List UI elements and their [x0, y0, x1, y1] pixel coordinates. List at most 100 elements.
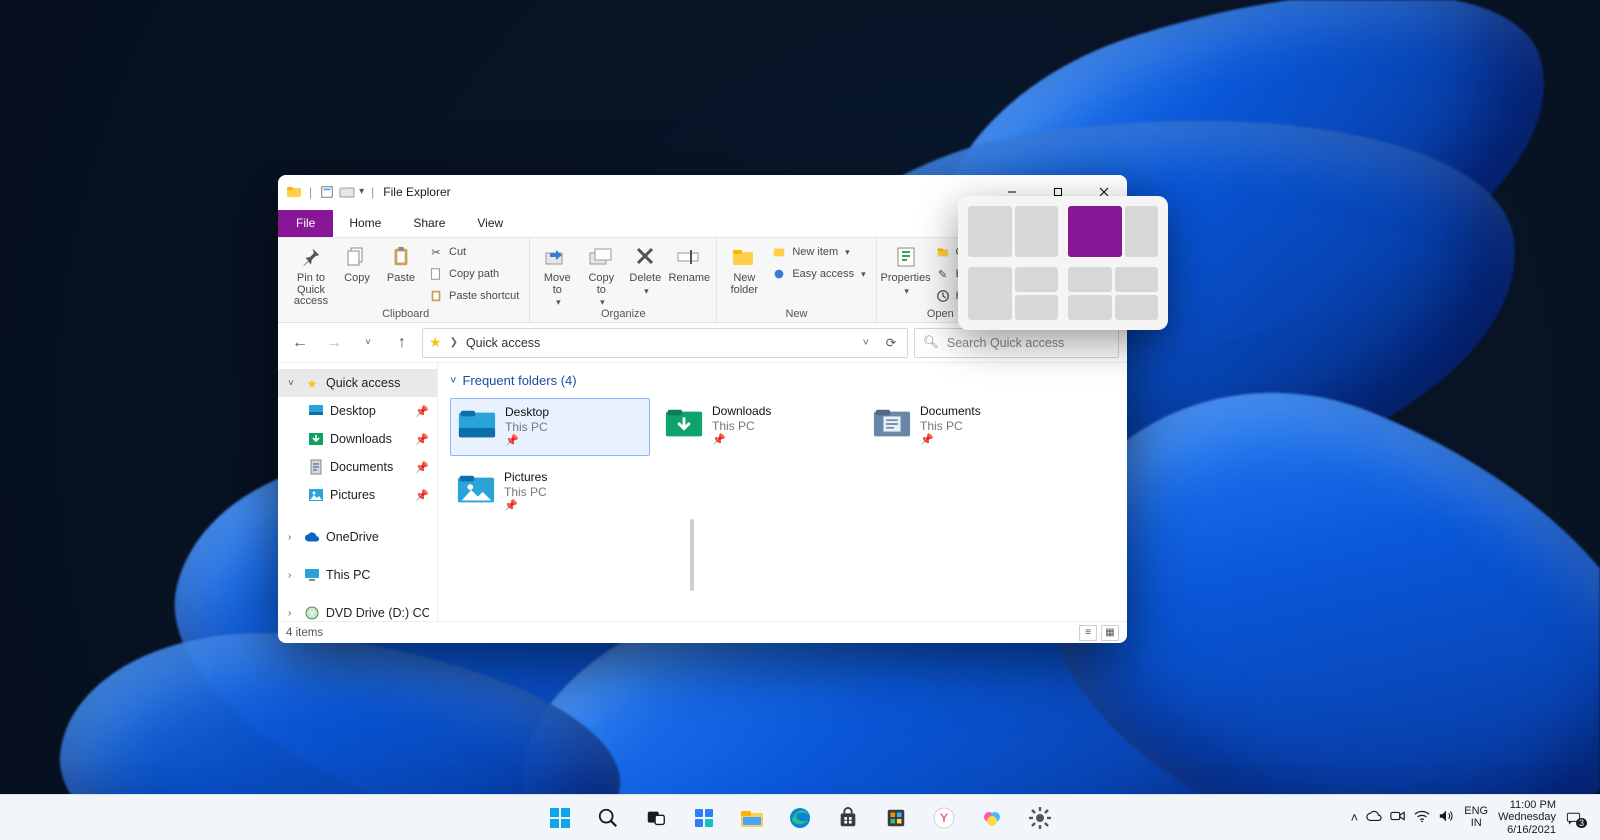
delete-button[interactable]: Delete▾	[624, 240, 666, 296]
pin-icon: 📌	[415, 433, 429, 446]
taskbar-app-1[interactable]	[876, 798, 916, 838]
snap-layout-two-col[interactable]	[968, 206, 1058, 257]
search-icon: 🔍︎	[923, 335, 939, 350]
start-button[interactable]	[540, 798, 580, 838]
widgets-button[interactable]	[684, 798, 724, 838]
address-path: Quick access	[466, 336, 540, 350]
qat-customize-icon[interactable]: ▾	[359, 186, 364, 197]
pin-to-quick-access-button[interactable]: Pin to Quick access	[288, 240, 334, 308]
address-bar[interactable]: ★ ❯ Quick access ˅ ⟳	[422, 328, 908, 358]
notifications-button[interactable]: 3	[1566, 805, 1592, 831]
wifi-tray-icon[interactable]	[1414, 809, 1430, 826]
snap-layout-four[interactable]	[1068, 267, 1158, 321]
sidebar-item-downloads[interactable]: Downloads 📌	[278, 425, 437, 453]
settings-button[interactable]	[1020, 798, 1060, 838]
sidebar-item-documents[interactable]: Documents 📌	[278, 453, 437, 481]
group-header[interactable]: ˅ Frequent folders (4)	[450, 373, 1115, 388]
language-indicator[interactable]: ENG IN	[1464, 806, 1488, 829]
copy-button[interactable]: Copy	[336, 240, 378, 285]
cut-button[interactable]: ✂Cut	[424, 242, 523, 262]
nav-forward-button[interactable]: →	[320, 329, 348, 357]
nav-recent-button[interactable]: ˅	[354, 329, 382, 357]
properties-icon[interactable]	[319, 184, 335, 200]
details-view-button[interactable]: ≡	[1079, 625, 1097, 641]
nav-back-button[interactable]: ←	[286, 329, 314, 357]
meet-now-icon[interactable]	[1390, 810, 1406, 825]
app-icon	[286, 184, 302, 200]
properties-icon	[892, 243, 920, 271]
task-view-button[interactable]	[636, 798, 676, 838]
chevron-right-icon[interactable]: ›	[288, 570, 298, 581]
paste-button[interactable]: Paste	[380, 240, 422, 285]
tab-share[interactable]: Share	[397, 210, 461, 237]
chevron-down-icon[interactable]: ˅	[288, 378, 298, 389]
paste-icon	[387, 243, 415, 271]
sidebar-item-desktop[interactable]: Desktop 📌	[278, 397, 437, 425]
chevron-right-icon[interactable]: ›	[288, 608, 298, 619]
onedrive-tray-icon[interactable]	[1366, 810, 1382, 825]
folder-tile-documents[interactable]: Documents This PC 📌	[866, 398, 1066, 456]
folder-tile-downloads[interactable]: Downloads This PC 📌	[658, 398, 858, 456]
qat-sep2: |	[371, 185, 374, 199]
search-box[interactable]: 🔍︎ Search Quick access	[914, 328, 1119, 358]
search-button[interactable]	[588, 798, 628, 838]
star-icon: ★	[429, 334, 442, 351]
chevron-right-icon[interactable]: ›	[288, 532, 298, 543]
chevron-right-icon: ❯	[450, 337, 458, 348]
qat-sep: |	[309, 185, 312, 199]
open-icon	[935, 244, 951, 260]
tab-file[interactable]: File	[278, 210, 333, 237]
sidebar-scrollbar[interactable]	[690, 519, 694, 591]
documents-icon	[308, 459, 324, 475]
clock[interactable]: 11:00 PM Wednesday 6/16/2021	[1498, 799, 1556, 835]
move-to-button[interactable]: Move to▾	[536, 240, 578, 308]
sidebar-item-this-pc[interactable]: › This PC	[278, 561, 437, 589]
pin-icon: 📌	[920, 434, 981, 448]
paste-shortcut-button[interactable]: Paste shortcut	[424, 286, 523, 306]
sidebar-item-onedrive[interactable]: › OneDrive	[278, 523, 437, 551]
this-pc-icon	[304, 567, 320, 583]
new-item-button[interactable]: New item▾	[767, 242, 869, 262]
volume-tray-icon[interactable]	[1438, 809, 1454, 826]
tab-home[interactable]: Home	[333, 210, 397, 237]
pictures-icon	[456, 470, 496, 510]
copy-to-button[interactable]: Copy to▾	[580, 240, 622, 308]
open-group-label: Open	[927, 308, 954, 322]
taskbar-app-3[interactable]	[972, 798, 1012, 838]
copy-path-button[interactable]: Copy path	[424, 264, 523, 284]
nav-up-button[interactable]: ↑	[388, 329, 416, 357]
sidebar-item-dvd[interactable]: › DVD Drive (D:) CC	[278, 599, 437, 621]
tab-view[interactable]: View	[461, 210, 519, 237]
delete-icon	[631, 243, 659, 271]
chevron-down-icon: ˅	[450, 375, 456, 387]
pictures-icon	[308, 487, 324, 503]
system-tray: ˄ ENG IN 11:00 PM Wednesday 6/16/2021 3	[1351, 799, 1600, 835]
properties-button[interactable]: Properties▾	[883, 240, 929, 296]
pin-icon: 📌	[415, 405, 429, 418]
rename-button[interactable]: Rename	[668, 240, 710, 285]
new-group-label: New	[785, 308, 807, 322]
edge-button[interactable]	[780, 798, 820, 838]
search-placeholder: Search Quick access	[947, 336, 1064, 350]
sidebar-item-pictures[interactable]: Pictures 📌	[278, 481, 437, 509]
tray-overflow-button[interactable]: ˄	[1351, 810, 1359, 825]
taskbar-app-2[interactable]: Y	[924, 798, 964, 838]
store-button[interactable]	[828, 798, 868, 838]
snap-layout-three[interactable]	[968, 267, 1058, 321]
new-folder-icon[interactable]	[339, 184, 355, 200]
folder-tile-pictures[interactable]: Pictures This PC 📌	[450, 464, 650, 522]
sidebar-item-quick-access[interactable]: ˅ ★ Quick access	[278, 369, 437, 397]
clipboard-group-label: Clipboard	[382, 308, 429, 322]
new-folder-button[interactable]: New folder	[723, 240, 765, 296]
cut-icon: ✂	[428, 244, 444, 260]
file-explorer-taskbar[interactable]	[732, 798, 772, 838]
thumbnails-view-button[interactable]: ▦	[1101, 625, 1119, 641]
documents-icon	[872, 404, 912, 444]
address-dropdown[interactable]: ˅	[859, 337, 873, 349]
snap-layout-wide-left[interactable]	[1068, 206, 1158, 257]
refresh-button[interactable]: ⟳	[881, 335, 901, 350]
status-bar: 4 items ≡ ▦	[278, 621, 1127, 643]
window-title: File Explorer	[383, 185, 450, 199]
folder-tile-desktop[interactable]: Desktop This PC 📌	[450, 398, 650, 456]
easy-access-button[interactable]: Easy access▾	[767, 264, 869, 284]
